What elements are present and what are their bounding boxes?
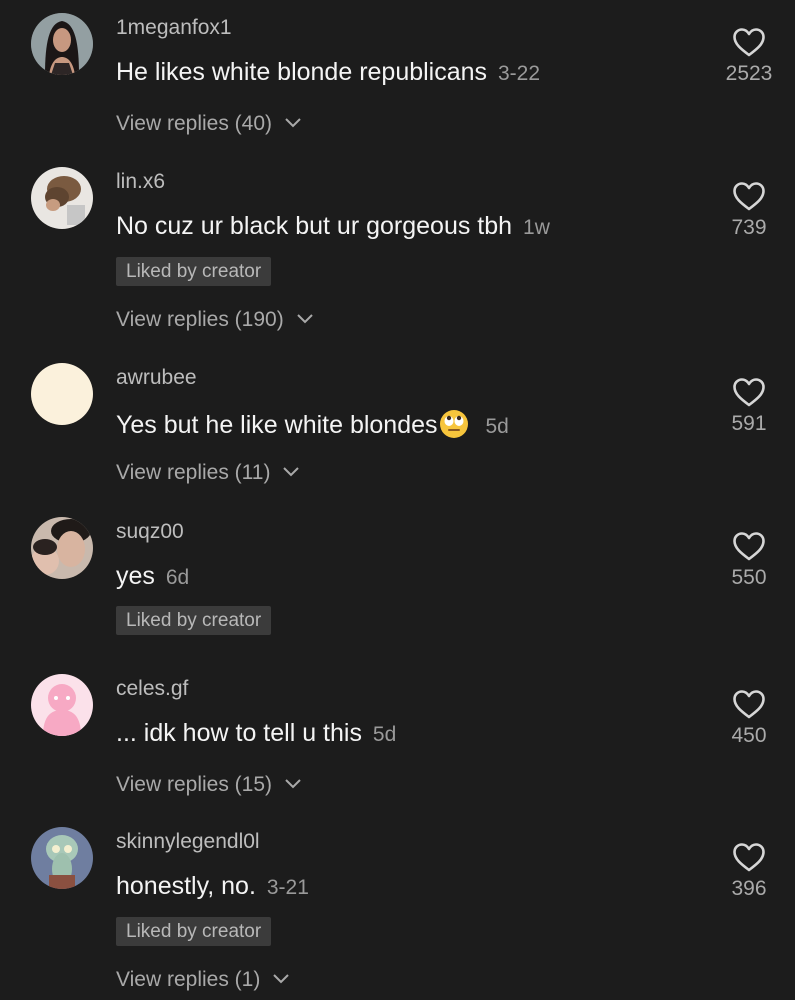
- avatar[interactable]: [31, 167, 93, 229]
- view-replies-label: View replies (11): [116, 461, 271, 484]
- comment-username[interactable]: skinnylegendl0l: [116, 830, 260, 854]
- chevron-down-icon: [285, 118, 301, 128]
- comment-body: He likes white blonde republicans: [116, 58, 488, 86]
- like-button[interactable]: 396: [715, 842, 783, 901]
- view-replies-label: View replies (1): [116, 968, 261, 991]
- view-replies-button[interactable]: View replies (11): [116, 461, 300, 485]
- heart-outline-icon: [733, 532, 765, 561]
- like-count: 450: [731, 724, 767, 747]
- comment-username[interactable]: suqz00: [116, 520, 184, 544]
- liked-by-creator-badge: Liked by creator: [116, 917, 272, 946]
- comment-body: No cuz ur black but ur gorgeous tbh: [116, 212, 513, 240]
- comment-username[interactable]: 1meganfox1: [116, 16, 232, 40]
- like-button[interactable]: 550: [715, 531, 783, 590]
- like-count: 2523: [725, 62, 773, 85]
- comment-body: honestly, no.: [116, 872, 256, 900]
- view-replies-label: View replies (15): [116, 773, 273, 796]
- face-with-rolling-eyes-icon: [439, 410, 468, 438]
- comment-text: Yes but he like white blondes 5d: [116, 409, 509, 440]
- comment-username[interactable]: celes.gf: [116, 677, 188, 701]
- view-replies-button[interactable]: View replies (40): [116, 112, 302, 136]
- comment-username[interactable]: awrubee: [116, 366, 197, 390]
- like-button[interactable]: 2523: [715, 27, 783, 86]
- comment-text: honestly, no. 3-21: [116, 872, 309, 901]
- like-button[interactable]: 450: [715, 689, 783, 748]
- comment-time: 3-22: [498, 62, 541, 85]
- like-count: 396: [731, 877, 767, 900]
- like-button[interactable]: 739: [715, 181, 783, 240]
- avatar[interactable]: [31, 674, 93, 736]
- heart-outline-icon: [733, 28, 765, 57]
- like-count: 739: [731, 216, 767, 239]
- avatar[interactable]: [31, 827, 93, 889]
- comment-time: 6d: [165, 566, 190, 589]
- like-count: 591: [731, 412, 767, 435]
- cartoon-squidward: [31, 827, 93, 889]
- comment-body: yes: [116, 562, 155, 590]
- pink-cartoon: [31, 674, 93, 736]
- liked-by-creator-badge: Liked by creator: [116, 606, 272, 635]
- chevron-down-icon: [296, 314, 313, 324]
- comment-time: 5d: [372, 723, 397, 746]
- comment-time: 5d: [485, 415, 509, 438]
- comment-body: Yes but he like white blondes: [116, 411, 438, 439]
- profile-photo: [31, 13, 93, 75]
- chevron-down-icon: [273, 974, 289, 984]
- comment-time: 1w: [523, 216, 550, 239]
- view-replies-button[interactable]: View replies (15): [116, 773, 302, 797]
- comment-body: ... idk how to tell u this: [116, 719, 362, 747]
- heart-outline-icon: [733, 690, 765, 719]
- comment-username[interactable]: lin.x6: [116, 170, 165, 194]
- like-count: 550: [731, 566, 767, 589]
- comment-text: No cuz ur black but ur gorgeous tbh 1w: [116, 212, 550, 241]
- profile-photo: [31, 517, 93, 579]
- avatar[interactable]: [31, 13, 93, 75]
- heart-outline-icon: [733, 182, 765, 211]
- avatar[interactable]: [31, 517, 93, 579]
- chevron-down-icon: [283, 467, 300, 477]
- heart-outline-icon: [733, 843, 765, 872]
- avatar[interactable]: [31, 363, 93, 425]
- chevron-down-icon: [285, 779, 301, 789]
- view-replies-button[interactable]: View replies (1): [116, 968, 290, 992]
- view-replies-label: View replies (40): [116, 112, 273, 135]
- comment-text: ... idk how to tell u this 5d: [116, 719, 396, 748]
- comment-text: yes 6d: [116, 562, 189, 591]
- like-button[interactable]: 591: [715, 377, 783, 436]
- view-replies-button[interactable]: View replies (190): [116, 308, 314, 332]
- view-replies-label: View replies (190): [116, 308, 284, 331]
- comment-time: 3-21: [266, 876, 309, 899]
- plain-cream-circle: [31, 363, 93, 425]
- comment-text: He likes white blonde republicans 3-22: [116, 58, 540, 87]
- heart-outline-icon: [733, 378, 765, 407]
- profile-photo: [31, 167, 93, 229]
- liked-by-creator-badge: Liked by creator: [116, 257, 272, 286]
